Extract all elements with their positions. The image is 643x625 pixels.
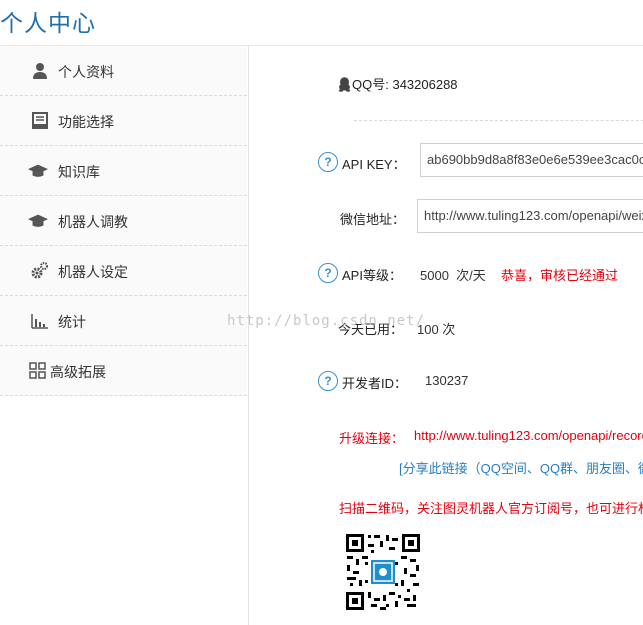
page-header: 个人中心 [0,0,643,46]
sidebar-item-advanced[interactable]: 高级拓展 [0,346,247,396]
sidebar-item-profile[interactable]: 个人资料 [0,46,247,96]
user-icon [33,63,47,79]
api-level-value: 5000 次/天 [420,265,486,284]
main-content: QQ号: 343206288 ? API KEY： ab690bb9d8a8f8… [249,46,643,625]
api-level-number: 5000 [420,268,449,283]
graduation-cap-icon [28,214,48,227]
sidebar-item-features[interactable]: 功能选择 [0,96,247,146]
sidebar-item-label: 机器人设定 [58,264,128,280]
api-level-unit: 次/天 [456,268,486,283]
sidebar-item-label: 个人资料 [58,64,114,80]
inbox-icon [32,112,48,129]
upgrade-link[interactable]: http://www.tuling123.com/openapi/record.… [414,428,643,443]
sidebar-item-robot-training[interactable]: 机器人调教 [0,196,247,246]
bar-chart-icon [31,314,48,329]
qq-label: QQ号: [352,77,389,92]
sidebar-item-label: 机器人调教 [58,214,128,230]
qq-number: 343206288 [392,77,458,92]
qq-info: QQ号: 343206288 [338,74,458,93]
sidebar-item-label: 统计 [58,314,86,330]
upgrade-label: 升级连接： [339,431,405,446]
api-key-label: API KEY： [342,157,406,172]
developer-id-help-icon[interactable]: ? [318,371,338,391]
gears-icon [31,261,49,279]
sidebar: 个人资料 功能选择 知识库 机器人调教 机器人设定 统计 高级拓展 [0,46,249,625]
api-key-help-icon[interactable]: ? [318,152,338,172]
divider [354,120,643,121]
api-level-label: API等级： [342,268,402,283]
page-title: 个人中心 [0,10,96,36]
api-level-help-icon[interactable]: ? [318,263,338,283]
sidebar-item-knowledge-base[interactable]: 知识库 [0,146,247,196]
api-key-field[interactable]: ab690bb9d8a8f83e0e6e539ee3cac0cc [420,143,643,177]
used-today-value: 100 次 [417,322,456,337]
graduation-cap-icon [28,164,48,177]
developer-id-value: 130237 [425,373,469,388]
wechat-address-field[interactable]: http://www.tuling123.com/openapi/weixin/ [417,199,643,233]
api-level-status: 恭喜，审核已经通过 [501,268,619,283]
scan-qr-text: 扫描二维码，关注图灵机器人官方订阅号，也可进行权限升级 [339,501,643,516]
sidebar-item-label: 高级拓展 [50,364,106,380]
wechat-label: 微信地址： [340,212,406,227]
sidebar-item-robot-settings[interactable]: 机器人设定 [0,246,247,296]
sidebar-item-statistics[interactable]: 统计 [0,296,247,346]
grid-icon [29,362,46,379]
used-today-label: 今天已用： [338,322,404,337]
qq-penguin-icon [338,77,351,92]
share-link-text[interactable]: [分享此链接（QQ空间、QQ群、朋友圈、微博 [399,458,643,477]
sidebar-item-label: 知识库 [58,164,100,180]
qr-code-image [344,532,422,612]
developer-id-label: 开发者ID： [342,376,408,391]
sidebar-item-label: 功能选择 [58,114,114,130]
